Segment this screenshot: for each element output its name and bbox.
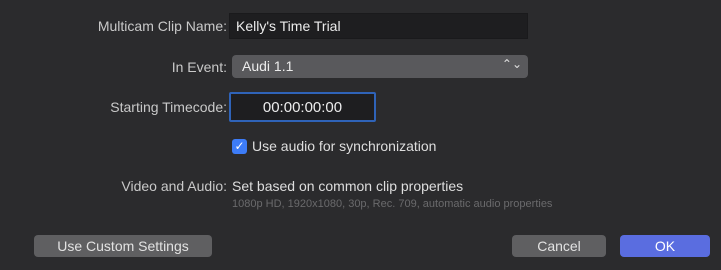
event-select[interactable]: Audi 1.1 ⌃⌄: [232, 55, 528, 78]
ok-button[interactable]: OK: [620, 235, 710, 257]
checkmark-icon[interactable]: ✓: [232, 138, 247, 154]
event-label: In Event:: [171, 59, 227, 75]
video-audio-value: Set based on common clip properties: [232, 178, 464, 194]
timecode-label: Starting Timecode:: [110, 99, 227, 115]
timecode-field[interactable]: 00:00:00:00: [229, 92, 376, 122]
clip-name-label: Multicam Clip Name:: [97, 18, 227, 34]
video-audio-detail: 1080p HD, 1920x1080, 30p, Rec. 709, auto…: [232, 198, 553, 210]
chevron-up-down-icon: ⌃⌄: [501, 57, 522, 71]
video-audio-label: Video and Audio:: [121, 178, 227, 194]
use-custom-settings-button[interactable]: Use Custom Settings: [34, 235, 212, 257]
event-select-value: Audi 1.1: [242, 58, 294, 74]
sync-checkbox-row[interactable]: ✓ Use audio for synchronization: [232, 138, 436, 154]
clip-name-field[interactable]: Kelly's Time Trial: [229, 13, 528, 39]
cancel-button[interactable]: Cancel: [512, 235, 606, 257]
sync-checkbox-label[interactable]: Use audio for synchronization: [252, 138, 436, 154]
